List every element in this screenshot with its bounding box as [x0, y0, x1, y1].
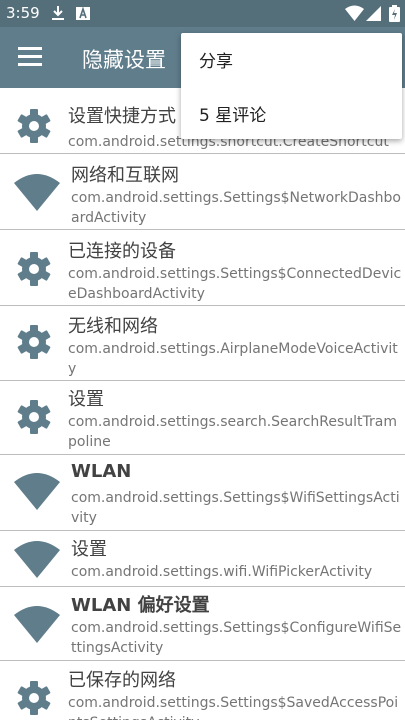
gear-icon	[17, 325, 51, 359]
wifi-icon	[14, 473, 60, 510]
list-item[interactable]: WLAN com.android.settings.Settings$WifiS…	[0, 455, 405, 531]
list-item-title: WLAN	[71, 461, 132, 482]
list-item[interactable]: 设置 com.android.settings.wifi.WifiPickerA…	[0, 531, 405, 587]
list-item-title: 设置快捷方式	[68, 106, 176, 127]
list-item-title: 设置	[68, 389, 104, 410]
app-notification-icon	[76, 6, 90, 20]
list-item-title: 网络和互联网	[71, 165, 179, 186]
overflow-menu: 分享 5 星评论	[181, 33, 402, 139]
list-item-subtitle: com.android.settings.AirplaneModeVoiceAc…	[68, 341, 398, 377]
menu-item-rate[interactable]: 5 星评论	[199, 101, 266, 126]
list-item-subtitle: com.android.settings.Settings$NetworkDas…	[71, 190, 401, 226]
gear-icon	[17, 252, 51, 286]
list-item-subtitle: com.android.settings.Settings$WifiSettin…	[71, 490, 400, 526]
list-item-title: 已保存的网络	[68, 670, 176, 691]
page-title: 隐藏设置	[82, 48, 166, 72]
wifi-signal-icon	[345, 5, 364, 21]
list-item-title: 设置	[71, 539, 107, 560]
gear-icon	[17, 109, 51, 143]
list-item-title: 无线和网络	[68, 316, 158, 337]
list-item-subtitle: com.android.settings.Settings$SavedAcces…	[68, 695, 399, 720]
list-item[interactable]: 设置 com.android.settings.search.SearchRes…	[0, 381, 405, 455]
settings-list: 设置快捷方式 com.android.settings.shortcut.Cre…	[0, 88, 405, 720]
list-item-subtitle: com.android.settings.Settings$ConfigureW…	[71, 620, 402, 656]
status-time: 3:59	[6, 4, 40, 22]
list-item-subtitle: com.android.settings.search.SearchResult…	[68, 414, 397, 450]
wifi-icon	[14, 541, 60, 578]
list-item[interactable]: 无线和网络 com.android.settings.AirplaneModeV…	[0, 306, 405, 381]
cell-signal-icon	[366, 6, 381, 21]
wifi-icon	[14, 606, 60, 643]
list-item-title: WLAN 偏好设置	[71, 595, 210, 616]
list-item[interactable]: WLAN 偏好设置 com.android.settings.Settings$…	[0, 587, 405, 661]
menu-icon[interactable]	[18, 47, 42, 67]
gear-icon	[17, 681, 51, 715]
list-item-title: 已连接的设备	[68, 241, 176, 262]
list-item[interactable]: 已连接的设备 com.android.settings.Settings$Con…	[0, 230, 405, 306]
list-item[interactable]: 网络和互联网 com.android.settings.Settings$Net…	[0, 154, 405, 230]
download-icon	[52, 6, 64, 20]
status-bar: 3:59	[0, 0, 405, 27]
list-item-subtitle: com.android.settings.Settings$ConnectedD…	[68, 266, 402, 302]
gear-icon	[17, 400, 51, 434]
menu-item-share[interactable]: 分享	[199, 47, 233, 72]
list-item-subtitle: com.android.settings.wifi.WifiPickerActi…	[71, 564, 373, 580]
wifi-icon	[14, 174, 60, 211]
list-item[interactable]: 已保存的网络 com.android.settings.Settings$Sav…	[0, 661, 405, 720]
battery-icon	[389, 5, 400, 22]
